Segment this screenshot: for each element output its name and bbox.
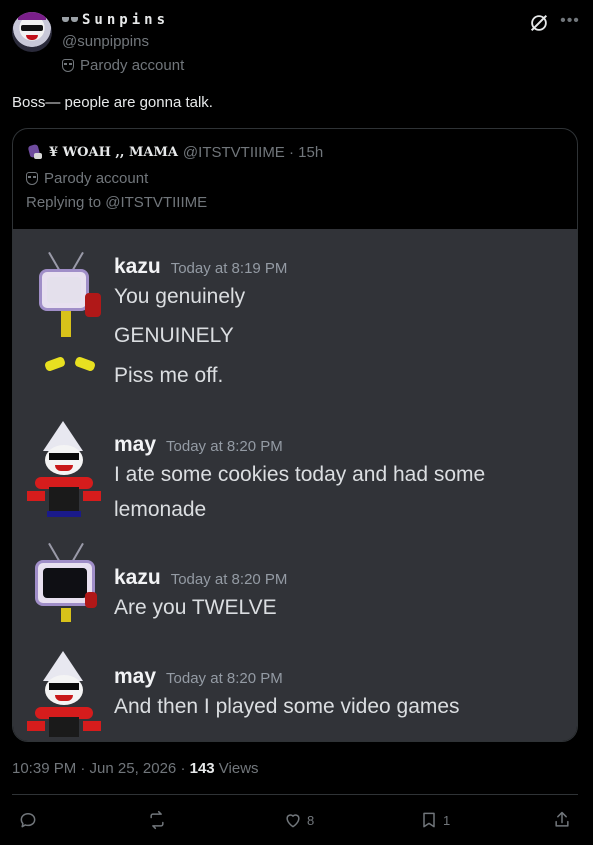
reply-button[interactable] bbox=[18, 806, 42, 834]
message-line: Piss me off. bbox=[114, 364, 224, 387]
tweet-meta: 10:39 PM · Jun 25, 2026 · 143 Views bbox=[12, 760, 259, 777]
quoted-parody-label: Parody account bbox=[26, 170, 148, 187]
share-button[interactable] bbox=[552, 806, 572, 834]
message-time: Today at 8:19 PM bbox=[170, 260, 288, 277]
kazu-avatar bbox=[25, 249, 105, 373]
user-handle[interactable]: @sunpippins bbox=[62, 33, 149, 50]
quoted-parody-label-text: Parody account bbox=[44, 170, 149, 187]
parody-mask-icon bbox=[26, 172, 38, 185]
message-author: kazu bbox=[114, 566, 161, 589]
message-author: may bbox=[114, 665, 157, 688]
message-time: Today at 8:20 PM bbox=[170, 571, 288, 588]
share-icon bbox=[555, 811, 569, 827]
quoted-handle-time: @ITSTVTIIIME · 15h bbox=[182, 143, 324, 161]
quoted-tweet-header: ¥ WOAH ,, MAMA @ITSTVTIIIME · 15h bbox=[26, 143, 323, 161]
heart-icon bbox=[286, 814, 300, 828]
may-avatar bbox=[25, 651, 105, 741]
message-time: Today at 8:20 PM bbox=[166, 670, 283, 687]
more-options-icon[interactable]: ••• bbox=[558, 10, 582, 32]
parody-label: Parody account bbox=[62, 57, 184, 74]
like-button[interactable]: 8 bbox=[283, 806, 314, 834]
grok-icon[interactable] bbox=[528, 12, 550, 34]
views-label: Views bbox=[214, 760, 259, 777]
message-author: kazu bbox=[114, 255, 161, 278]
tweet-timestamp[interactable]: 10:39 PM · Jun 25, 2026 · bbox=[12, 760, 190, 777]
chat-message: may Today at 8:20 PM And then I played s… bbox=[13, 651, 577, 741]
message-line: lemonade bbox=[114, 498, 207, 521]
views-count: 143 bbox=[189, 760, 215, 777]
message-line: Are you TWELVE bbox=[114, 596, 277, 619]
replying-to: Replying to @ITSTVTIIIME bbox=[26, 194, 208, 211]
kazu-avatar bbox=[25, 536, 105, 636]
divider bbox=[12, 794, 578, 795]
message-author: may bbox=[114, 433, 157, 456]
message-line: You genuinely bbox=[114, 285, 246, 308]
bookmark-icon bbox=[423, 812, 435, 828]
like-count: 8 bbox=[307, 812, 315, 828]
chat-message: may Today at 8:20 PM I ate some cookies … bbox=[13, 421, 577, 533]
action-bar: 8 1 bbox=[12, 806, 578, 834]
display-name[interactable]: Sunpins bbox=[82, 12, 169, 28]
message-line: And then I played some video games bbox=[114, 695, 460, 718]
message-time: Today at 8:20 PM bbox=[166, 438, 283, 455]
repost-icon bbox=[150, 810, 164, 830]
chat-message: kazu Today at 8:20 PM Are you TWELVE bbox=[13, 542, 577, 646]
bookmark-button[interactable]: 1 bbox=[419, 806, 450, 834]
quoted-display-name: ¥ WOAH ,, MAMA bbox=[49, 144, 178, 160]
bookmark-count: 1 bbox=[443, 812, 451, 828]
may-avatar bbox=[25, 421, 105, 521]
quoted-tweet[interactable]: ¥ WOAH ,, MAMA @ITSTVTIIIME · 15h Parody… bbox=[12, 128, 578, 742]
quoted-user-avatar bbox=[26, 143, 44, 161]
tweet-header: Sunpins @sunpippins Parody account ••• bbox=[12, 8, 582, 78]
tweet-text: Boss— people are gonna talk. bbox=[12, 94, 213, 111]
chat-message: kazu Today at 8:19 PM You genuinely GENU… bbox=[13, 251, 577, 405]
sunglasses-icon bbox=[62, 17, 78, 23]
discord-screenshot: kazu Today at 8:19 PM You genuinely GENU… bbox=[13, 229, 577, 741]
reply-icon bbox=[20, 813, 36, 828]
display-name-line[interactable]: Sunpins bbox=[62, 12, 169, 28]
parody-label-text: Parody account bbox=[80, 57, 185, 74]
message-line: GENUINELY bbox=[114, 324, 234, 347]
message-line: I ate some cookies today and had some bbox=[114, 463, 486, 486]
parody-mask-icon bbox=[62, 59, 74, 72]
repost-button[interactable] bbox=[147, 806, 171, 834]
user-avatar[interactable] bbox=[12, 12, 52, 52]
